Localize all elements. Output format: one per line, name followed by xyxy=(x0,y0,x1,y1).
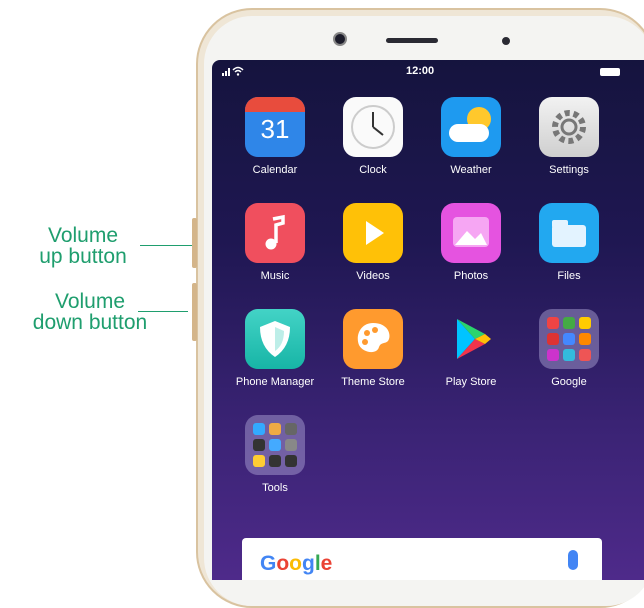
volume-up-button[interactable] xyxy=(192,218,197,268)
weather-icon xyxy=(441,97,501,157)
app-label: Files xyxy=(557,270,581,282)
gear-icon xyxy=(539,97,599,157)
folder-grid-icon xyxy=(245,415,305,475)
google-search-logo: Google xyxy=(260,552,333,575)
front-camera xyxy=(333,32,347,46)
play-icon xyxy=(343,203,403,263)
app-tools[interactable]: Tools xyxy=(230,415,320,494)
status-time: 12:00 xyxy=(406,65,435,77)
app-label: Tools xyxy=(262,482,288,494)
volume-up-label: Volume up button xyxy=(39,224,127,268)
app-label: Weather xyxy=(450,164,492,176)
battery-icon xyxy=(600,68,620,76)
app-label: Phone Manager xyxy=(235,376,315,388)
app-label: Videos xyxy=(356,270,390,282)
music-note-icon xyxy=(245,203,305,263)
calendar-icon: 31 xyxy=(245,97,305,157)
app-calendar[interactable]: 31 Calendar xyxy=(230,97,320,176)
app-videos[interactable]: Videos xyxy=(328,203,418,282)
app-files[interactable]: Files xyxy=(524,203,614,282)
volume-down-pointer-line xyxy=(138,311,188,312)
volume-up-pointer-line xyxy=(140,245,194,246)
calendar-date: 31 xyxy=(260,114,290,144)
app-phone-manager[interactable]: Phone Manager xyxy=(230,309,320,388)
app-label: Clock xyxy=(359,164,387,176)
shield-icon xyxy=(245,309,305,369)
volume-down-label: Volume down button xyxy=(32,290,148,334)
folder-grid-icon xyxy=(539,309,599,369)
app-label: Google xyxy=(551,376,587,388)
proximity-sensor xyxy=(502,37,510,45)
app-photos[interactable]: Photos xyxy=(426,203,516,282)
app-google[interactable]: Google xyxy=(524,309,614,388)
home-screen: 12:00 31 Calendar Clock Weather Settings Musi… xyxy=(212,60,644,580)
app-theme-store[interactable]: Theme Store xyxy=(328,309,418,388)
earpiece-speaker xyxy=(386,38,438,43)
status-bar: 12:00 xyxy=(212,60,644,82)
app-settings[interactable]: Settings xyxy=(524,97,614,176)
google-search-bar[interactable]: Google xyxy=(242,538,602,580)
app-label: Calendar xyxy=(252,164,298,176)
app-label: Music xyxy=(260,270,290,282)
volume-down-button[interactable] xyxy=(192,283,197,341)
folder-icon xyxy=(539,203,599,263)
app-label: Theme Store xyxy=(341,376,405,388)
mic-icon[interactable] xyxy=(568,550,578,570)
app-label: Photos xyxy=(453,270,489,282)
clock-icon xyxy=(343,97,403,157)
palette-icon xyxy=(343,309,403,369)
app-music[interactable]: Music xyxy=(230,203,320,282)
signal-wifi-icon xyxy=(222,66,244,76)
volume-down-callout: Volume down button xyxy=(10,290,188,334)
app-label: Play Store xyxy=(445,376,497,388)
photo-icon xyxy=(441,203,501,263)
app-label: Settings xyxy=(549,164,589,176)
app-play-store[interactable]: Play Store xyxy=(426,309,516,388)
play-store-icon xyxy=(441,309,501,369)
app-clock[interactable]: Clock xyxy=(328,97,418,176)
volume-up-callout: Volume up button xyxy=(18,224,194,268)
app-weather[interactable]: Weather xyxy=(426,97,516,176)
